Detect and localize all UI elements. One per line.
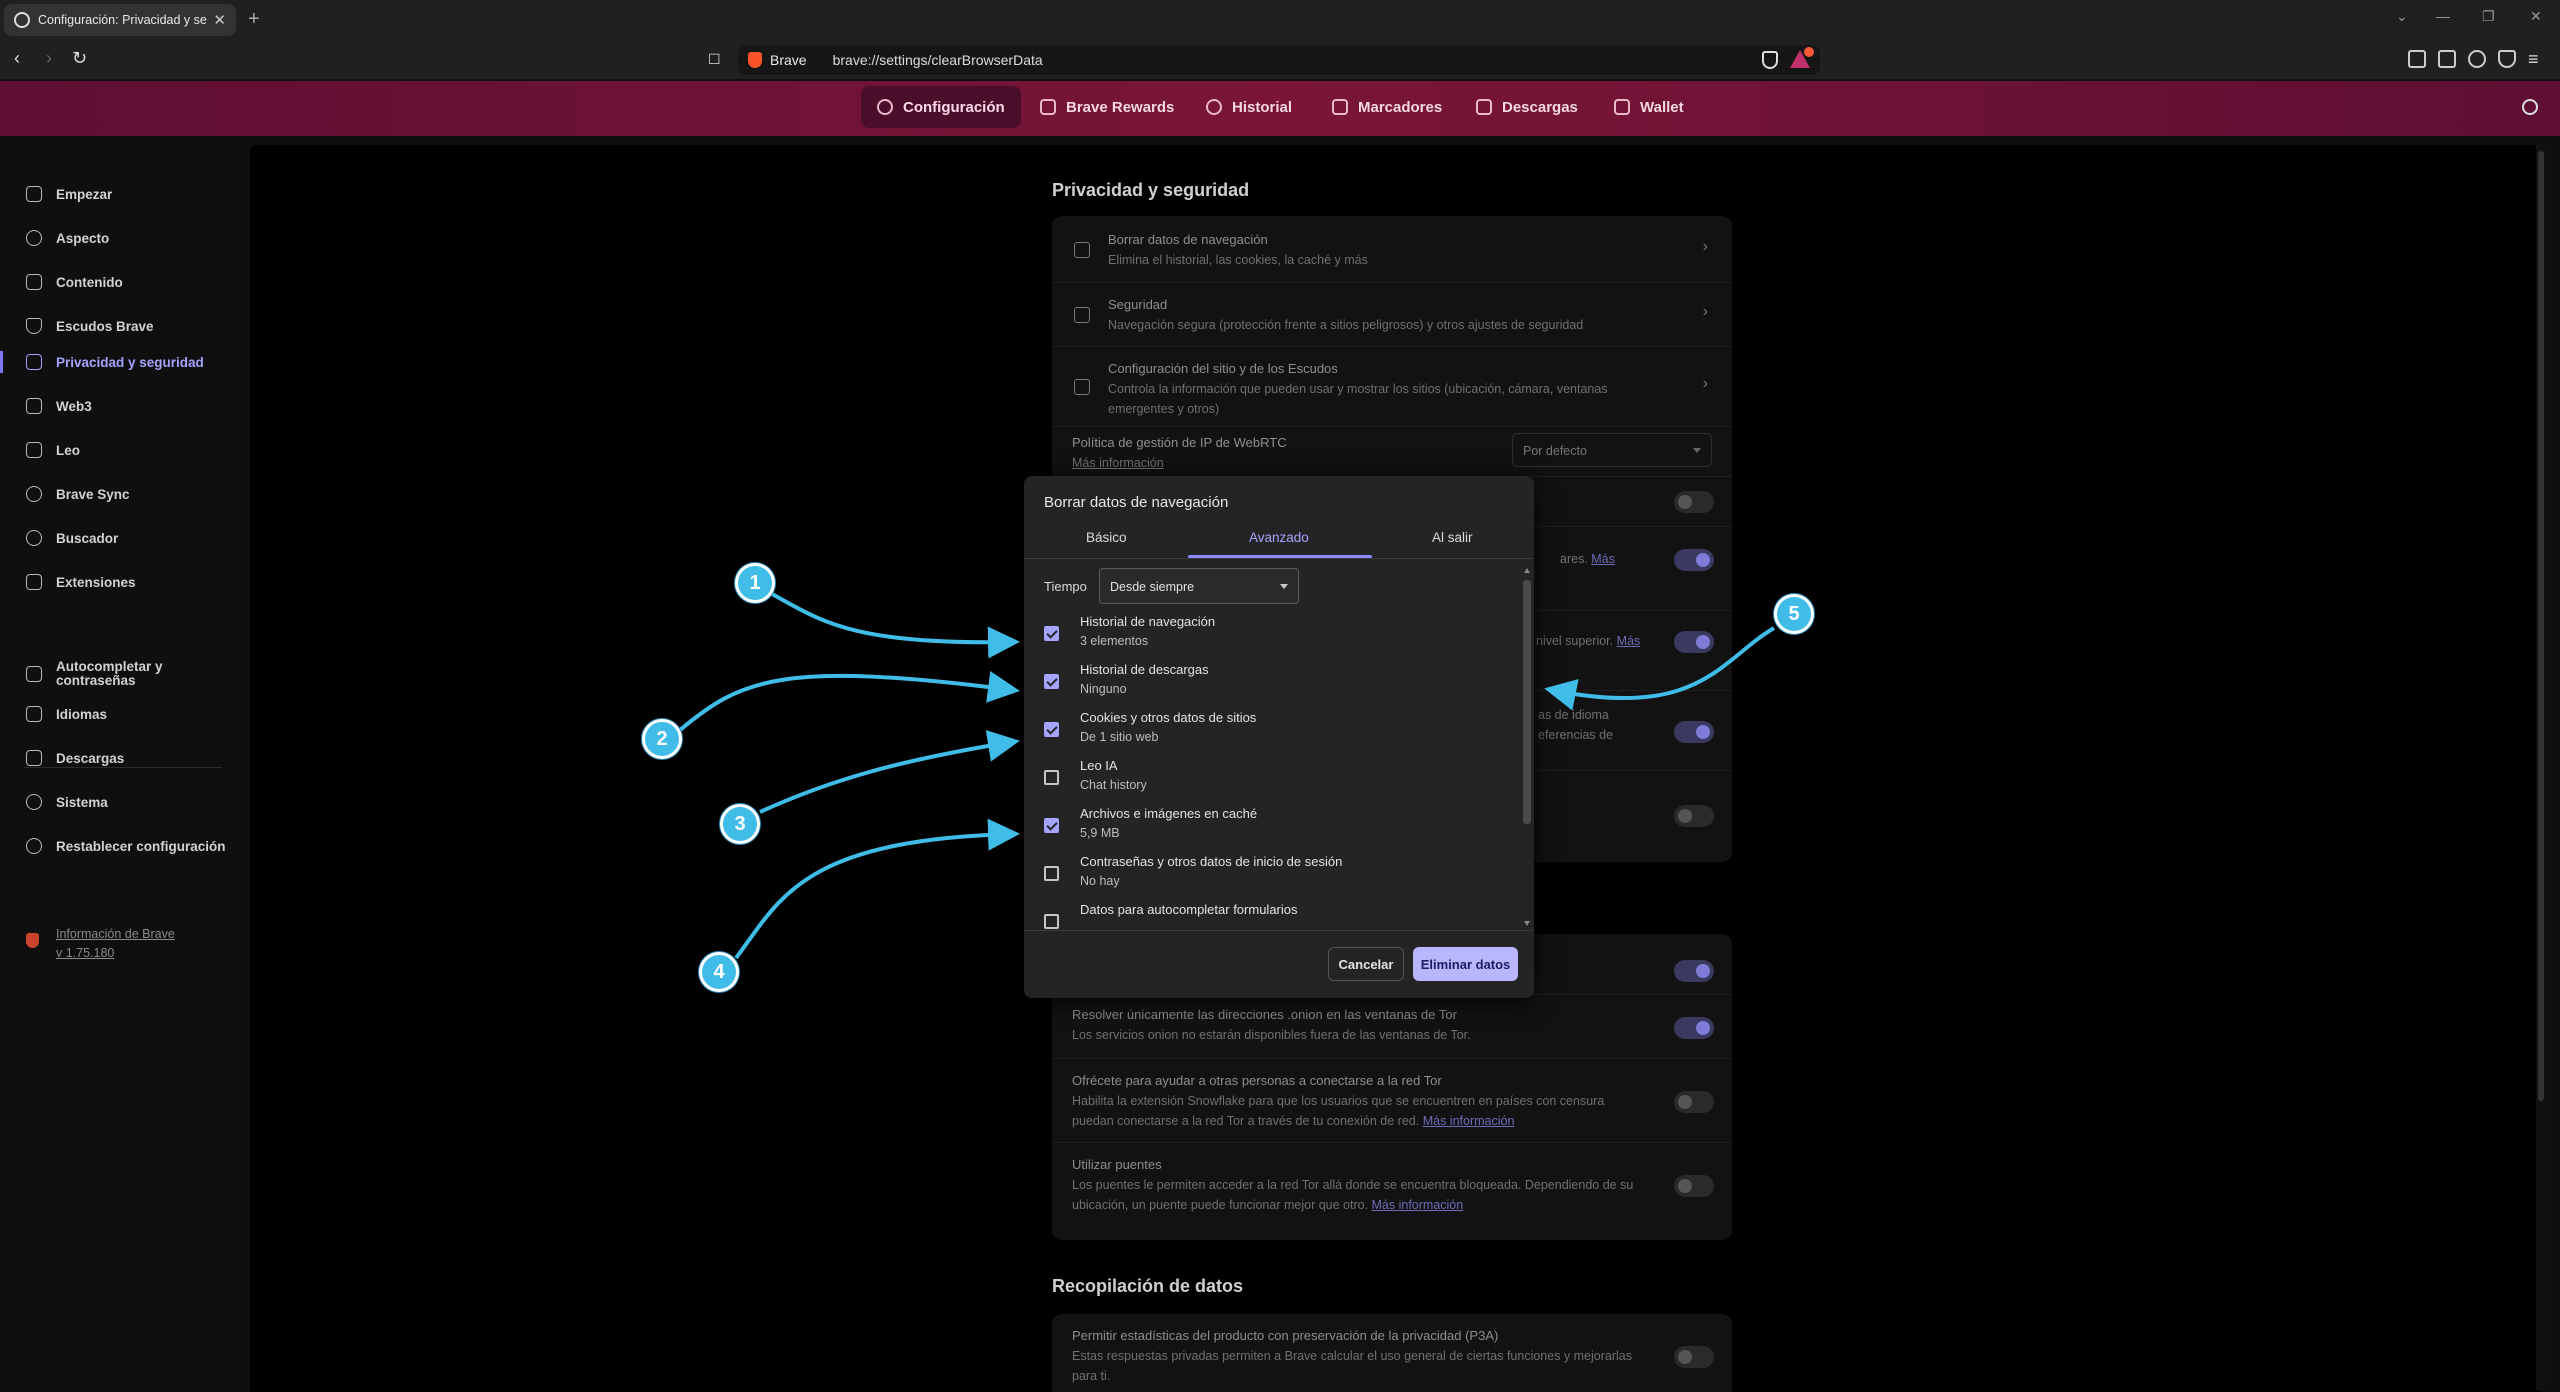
arrow-5 [1544,626,1776,711]
annotation-badge-5: 5 [1774,594,1814,634]
annotation-badge-4: 4 [699,952,739,992]
annotation-badge-3: 3 [720,804,760,844]
annotation-badge-2: 2 [642,719,682,759]
arrow-3 [759,730,1020,814]
arrow-2 [678,671,1020,732]
arrow-4 [734,818,1020,960]
annotation-arrows [678,592,1776,960]
arrow-1 [771,592,1020,659]
annotation-badge-1: 1 [735,563,775,603]
